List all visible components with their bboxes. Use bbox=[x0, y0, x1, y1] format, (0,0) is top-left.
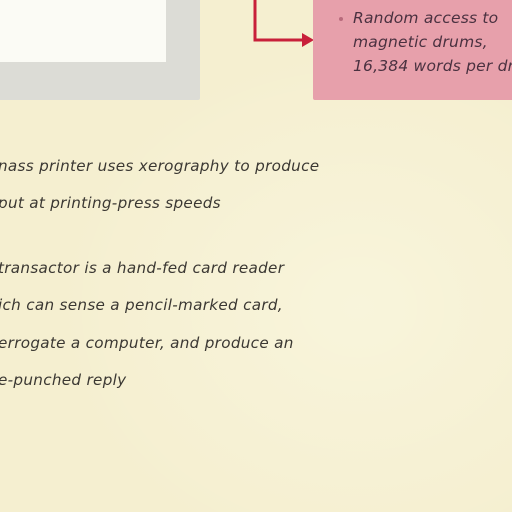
paragraph-1-line-2: put at printing-press speeds bbox=[0, 194, 221, 212]
callout-line-3: 16,384 words per dr bbox=[353, 57, 512, 75]
document-page: Random access to magnetic drums, 16,384 … bbox=[0, 0, 512, 512]
paragraph-2-line-2: ich can sense a pencil-marked card, bbox=[0, 296, 283, 314]
paragraph-2-line-4: e-punched reply bbox=[0, 371, 127, 389]
photo-frame bbox=[0, 0, 200, 100]
paragraph-2-line-1: transactor is a hand-fed card reader bbox=[0, 259, 285, 277]
paragraph-1-line-1: nass printer uses xerography to produce bbox=[0, 157, 320, 175]
callout-line-1: Random access to bbox=[353, 9, 499, 27]
photo-image bbox=[0, 0, 166, 62]
paragraph-2-line-3: errogate a computer, and produce an bbox=[0, 334, 294, 352]
callout-bullet-icon bbox=[339, 17, 343, 21]
callout-box: Random access to magnetic drums, 16,384 … bbox=[313, 0, 512, 100]
connector-arrow-icon bbox=[253, 0, 314, 47]
callout-line-2: magnetic drums, bbox=[353, 33, 488, 51]
